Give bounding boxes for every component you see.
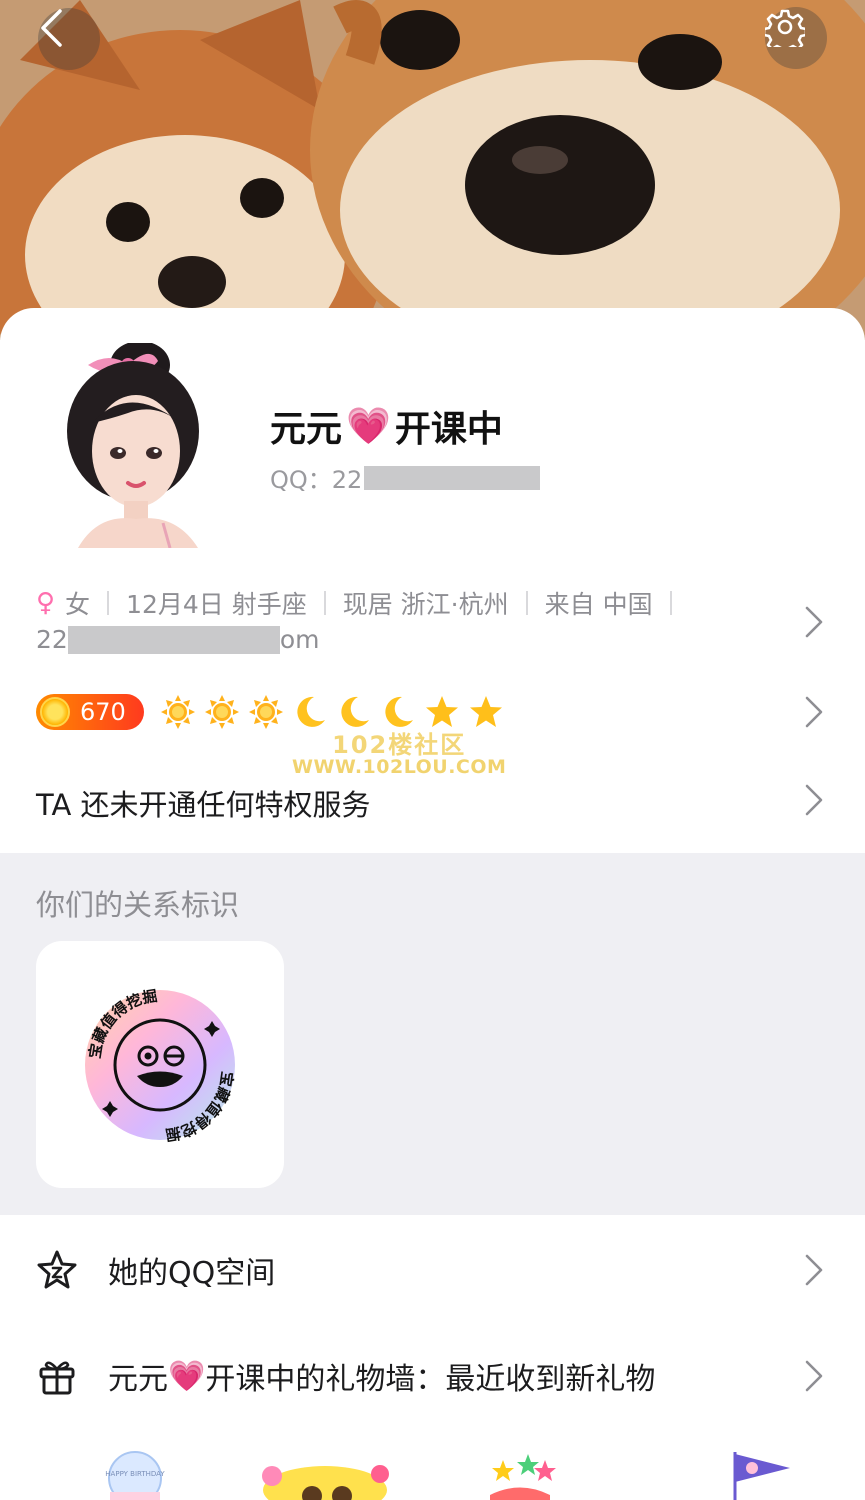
email-suffix: om xyxy=(279,625,320,654)
qq-label: QQ：22 xyxy=(270,466,363,494)
birthday-cake-gift[interactable]: HAPPY BIRTHDAY xyxy=(105,1451,165,1500)
gift-preview-strip[interactable]: HAPPY BIRTHDAY xyxy=(0,1440,865,1500)
female-icon: ♀ xyxy=(36,588,56,618)
name-text: 元元 xyxy=(270,409,343,450)
sun-icon xyxy=(205,695,239,729)
sun-icon xyxy=(249,695,283,729)
pink-heart-emoji: 💗 xyxy=(168,1358,206,1394)
privilege-status[interactable]: TA 还未开通任何特权服务 xyxy=(36,782,371,824)
relationship-title: 你们的关系标识 xyxy=(36,888,240,922)
chevron-right-icon xyxy=(805,1254,823,1286)
chevron-right-icon xyxy=(805,1360,823,1392)
chevron-right-icon[interactable] xyxy=(803,694,825,730)
watermark-title: 102楼社区 xyxy=(332,731,467,759)
email-prefix: 22 xyxy=(36,625,68,654)
cake-text: HAPPY BIRTHDAY xyxy=(105,1470,165,1478)
shiba-dogs-illustration xyxy=(0,0,865,340)
level-badge: 670 xyxy=(36,694,144,730)
profile-name: 元元 💗 开课中 xyxy=(270,400,503,452)
relationship-badge-card[interactable]: 宝藏值得挖掘 宝藏值得挖掘 xyxy=(36,941,284,1188)
divider xyxy=(525,591,528,615)
profile-info-line[interactable]: ♀ 女 12月4日 射手座 现居 浙江·杭州 来自 中国 xyxy=(36,585,689,621)
name-text-suffix: 开课中 xyxy=(394,409,503,450)
divider xyxy=(669,591,672,615)
gift-wall-label: 元元 💗 开课中的礼物墙：最近收到新礼物 xyxy=(108,1354,655,1398)
watermark-url: WWW.102LOU.COM xyxy=(292,756,507,778)
qzone-star-icon xyxy=(37,1250,77,1289)
stars-cake-gift[interactable] xyxy=(490,1454,556,1500)
qzone-label: 她的QQ空间 xyxy=(108,1256,276,1291)
gift-icon xyxy=(39,1361,75,1395)
level-value: 670 xyxy=(80,698,126,726)
pink-heart-emoji: 💗 xyxy=(346,406,391,447)
back-button[interactable] xyxy=(38,8,100,70)
treasure-badge-icon: 宝藏值得挖掘 宝藏值得挖掘 xyxy=(85,987,236,1144)
avatar-illustration xyxy=(67,341,199,549)
gear-icon xyxy=(765,9,805,47)
birthday-text: 12月4日 射手座 xyxy=(126,590,307,619)
divider xyxy=(323,591,326,615)
qzone-row[interactable]: 她的QQ空间 xyxy=(0,1240,865,1300)
chevron-left-icon xyxy=(41,9,62,47)
cover-photo[interactable] xyxy=(0,0,865,340)
gift-wall-name: 元元 xyxy=(108,1362,168,1397)
qq-redaction xyxy=(364,465,541,490)
qq-number: QQ：22 xyxy=(270,460,541,495)
email-redaction xyxy=(67,625,280,654)
gift-wall-text: 开课中的礼物墙：最近收到新礼物 xyxy=(205,1362,656,1397)
divider xyxy=(107,591,110,615)
coin-icon xyxy=(40,697,70,727)
hometown-text: 来自 中国 xyxy=(544,590,653,619)
flag-gift[interactable] xyxy=(733,1452,790,1500)
avatar[interactable] xyxy=(58,341,208,549)
sunglasses-gift[interactable] xyxy=(262,1465,389,1500)
gift-wall-row[interactable]: 元元 💗 开课中的礼物墙：最近收到新礼物 xyxy=(0,1346,865,1406)
watermark: 102楼社区 WWW.102LOU.COM xyxy=(292,725,506,778)
gender-text: 女 xyxy=(65,590,91,619)
location-text: 现居 浙江·杭州 xyxy=(342,590,509,619)
sun-icon xyxy=(161,695,195,729)
email-line: 22 om xyxy=(36,625,319,654)
chevron-right-icon[interactable] xyxy=(803,782,825,818)
settings-button[interactable] xyxy=(765,7,827,69)
chevron-right-icon[interactable] xyxy=(803,604,825,640)
